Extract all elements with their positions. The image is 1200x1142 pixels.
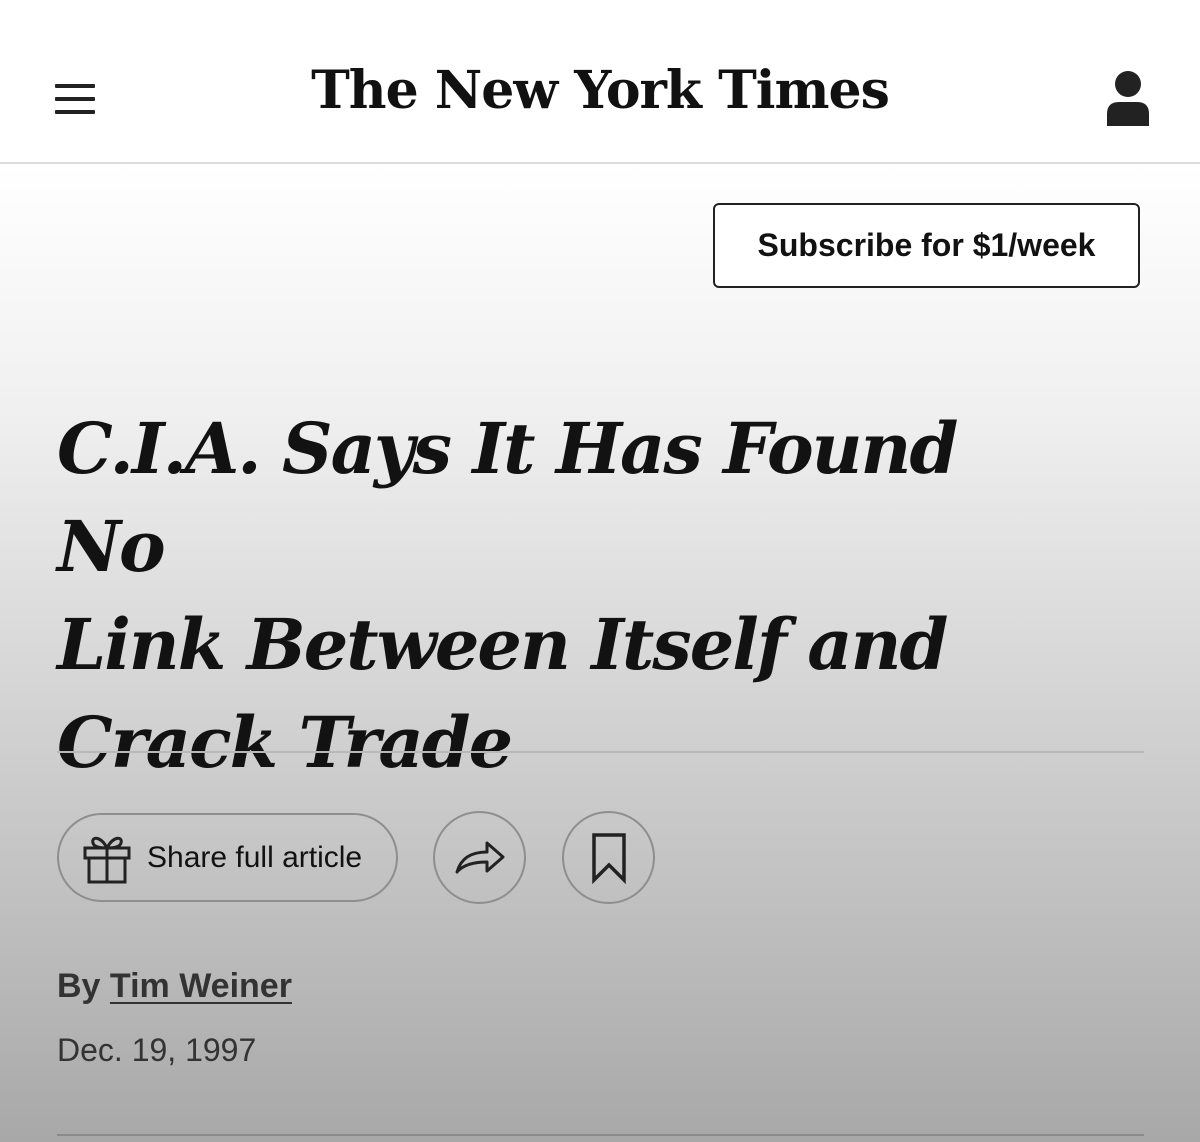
subscribe-button[interactable]: Subscribe for $1/week (713, 203, 1140, 288)
author-link[interactable]: Tim Weiner (110, 967, 292, 1005)
article-header-region: Subscribe for $1/week C.I.A. Says It Has… (0, 164, 1200, 1142)
headline-line-1: C.I.A. Says It Has Found No (57, 407, 958, 588)
top-navigation-bar: The New York Times (0, 0, 1200, 164)
masthead-logo[interactable]: The New York Times (0, 60, 1200, 121)
byline: By Tim Weiner (57, 967, 292, 1006)
save-bookmark-button[interactable] (562, 811, 655, 904)
share-button[interactable] (433, 811, 526, 904)
headline-line-2: Link Between Itself and (57, 603, 948, 686)
article-headline: C.I.A. Says It Has Found No Link Between… (57, 400, 1077, 792)
bookmark-icon (591, 832, 626, 884)
headline-line-3: Crack Trade (57, 701, 513, 784)
share-full-article-button[interactable]: Share full article (57, 813, 398, 902)
publish-date: Dec. 19, 1997 (57, 1032, 257, 1068)
bottom-divider (57, 1134, 1144, 1136)
headline-divider (57, 751, 1144, 753)
user-account-icon[interactable] (1105, 70, 1151, 128)
share-full-article-label: Share full article (147, 840, 363, 874)
byline-prefix: By (57, 967, 101, 1005)
gift-icon (83, 836, 131, 883)
share-arrow-icon (455, 841, 504, 873)
